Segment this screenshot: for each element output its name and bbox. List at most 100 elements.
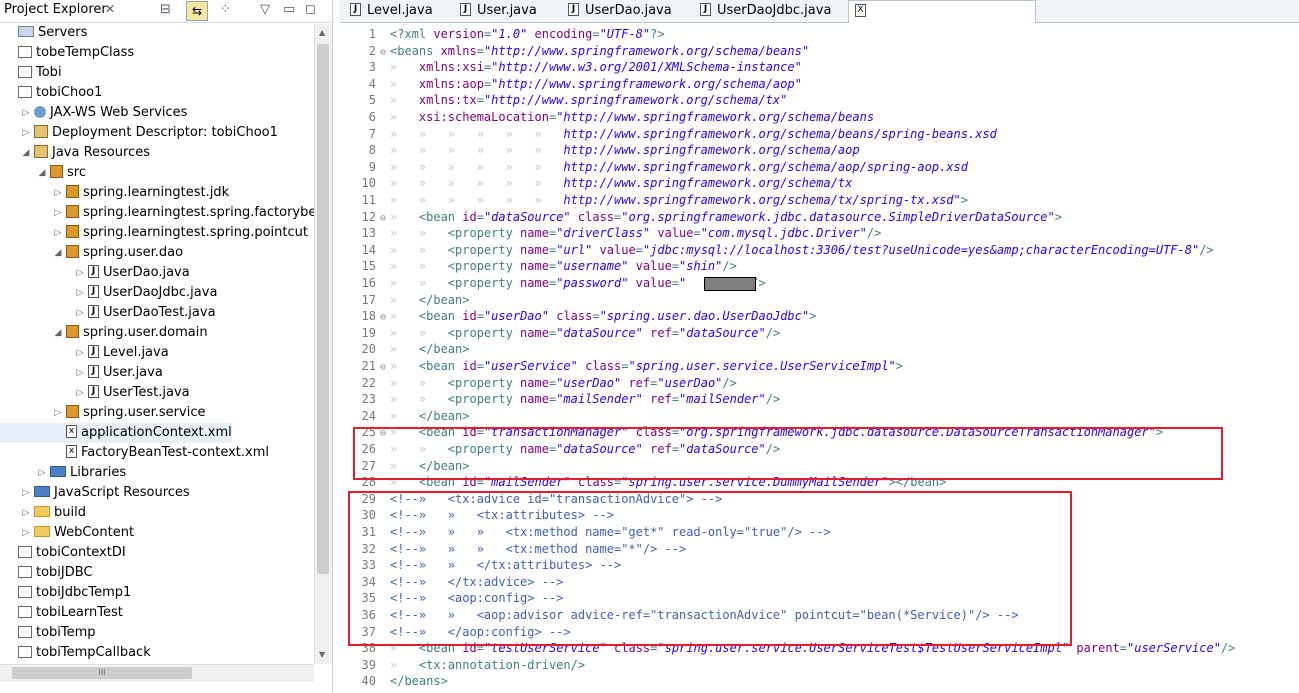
collapsed-arrow-icon[interactable]: ▷	[74, 363, 86, 383]
tree-item[interactable]: tobiTempCallback	[0, 643, 151, 663]
tree-item[interactable]: Servers	[0, 24, 87, 43]
tree-item-label: tobiJDBC	[36, 565, 93, 580]
tree-item[interactable]: tobiJDBC	[0, 563, 93, 583]
collapsed-arrow-icon[interactable]: ▷	[52, 183, 64, 203]
collapsed-arrow-icon[interactable]: ▷	[20, 483, 32, 503]
code-token: >	[809, 309, 817, 324]
code-token: =	[693, 226, 701, 241]
collapsed-arrow-icon[interactable]: ▷	[20, 103, 32, 123]
tree-item[interactable]: tobiTemp	[0, 623, 96, 643]
code-line: 16» » <property name="password" value=" …	[340, 275, 1299, 292]
code-token: »	[390, 342, 419, 357]
code-token: <property	[447, 375, 521, 390]
line-number: 23	[361, 392, 376, 407]
tree-item[interactable]: ◢ spring.user.dao	[0, 243, 183, 263]
tree-item[interactable]: ▷ spring.user.service	[0, 403, 205, 423]
server-icon	[18, 26, 34, 37]
collapsed-arrow-icon[interactable]: ▷	[20, 503, 32, 523]
tree-item[interactable]: x applicationContext.xml	[0, 423, 232, 443]
code-token: ref	[628, 375, 651, 390]
project-icon	[18, 645, 32, 658]
collapsed-arrow-icon[interactable]: ▷	[52, 403, 64, 423]
code-token: class	[577, 209, 615, 224]
tree-item[interactable]: tobiChoo1	[0, 83, 102, 103]
code-token: id	[462, 209, 477, 224]
editor-tab[interactable]: J UserDaoJdbc.java	[694, 0, 848, 21]
expanded-arrow-icon[interactable]: ◢	[36, 163, 48, 183]
code-token: "UTF-8"	[599, 27, 651, 41]
tree-item[interactable]: ▷ J Level.java	[0, 343, 169, 363]
scroll-down-icon[interactable]: ▼	[319, 650, 325, 659]
tree-item[interactable]: ▷ spring.learningtest.spring.factorybean	[0, 203, 314, 223]
expanded-arrow-icon[interactable]: ◢	[20, 143, 32, 163]
tree-item[interactable]: ▷ Libraries	[0, 463, 127, 483]
horizontal-scrollbar[interactable]: III	[0, 664, 314, 682]
editor-tab[interactable]: XapplicationContext.xml✕	[848, 0, 1036, 40]
tree-item[interactable]: tobiContextDI	[0, 543, 126, 563]
code-token: <bean	[418, 309, 463, 324]
redacted-password	[704, 277, 756, 291]
minimize-icon[interactable]: ▭	[283, 2, 295, 17]
tree-item[interactable]: ▷ J UserTest.java	[0, 383, 190, 403]
scroll-up-icon[interactable]: ▲	[319, 28, 325, 37]
collapsed-arrow-icon[interactable]: ▷	[20, 123, 32, 143]
link-with-editor-icon[interactable]: ⇆	[186, 1, 208, 21]
code-token: xsi:schemaLocation	[418, 110, 549, 124]
project-explorer-title[interactable]: Project Explorer	[4, 2, 107, 17]
tree-item[interactable]: tobiJdbcTemp1	[0, 583, 131, 603]
filter-icon[interactable]: ⁘	[220, 2, 231, 17]
code-token: value	[599, 242, 636, 257]
tree-item[interactable]: ▷ J UserDaoTest.java	[0, 303, 216, 323]
fold-icon[interactable]: ⊖	[380, 210, 390, 227]
editor-tab[interactable]: J Level.java	[344, 0, 454, 21]
collapsed-arrow-icon[interactable]: ▷	[20, 523, 32, 543]
tree-item[interactable]: ▷ J UserDaoJdbc.java	[0, 283, 217, 303]
tree-item[interactable]: ▷ J User.java	[0, 363, 163, 383]
code-editor[interactable]: 1 <?xml version="1.0" encoding="UTF-8"?> 2…	[340, 26, 1299, 693]
tree-item[interactable]: ◢ spring.user.domain	[0, 323, 208, 343]
tree-item[interactable]: x FactoryBeanTest-context.xml	[0, 443, 269, 463]
collapsed-arrow-icon[interactable]: ▷	[74, 283, 86, 303]
horizontal-scroll-thumb[interactable]: III	[12, 667, 192, 679]
close-icon[interactable]: ✕	[105, 2, 115, 16]
tree-item[interactable]: ▷ J UserDao.java	[0, 263, 190, 283]
collapsed-arrow-icon[interactable]: ▷	[36, 463, 48, 483]
code-line: 9 » » » » » » http://www.springframework.…	[340, 159, 1299, 176]
tree-item[interactable]: ▷ WebContent	[0, 523, 135, 543]
tree-item[interactable]: ▷ spring.learningtest.jdk	[0, 183, 229, 203]
vertical-scroll-thumb[interactable]	[317, 44, 329, 574]
collapsed-arrow-icon[interactable]: ▷	[74, 303, 86, 323]
collapse-all-icon[interactable]: ⊟	[160, 2, 171, 17]
view-menu-icon[interactable]: ▽	[260, 2, 270, 17]
maximize-icon[interactable]: ◻	[305, 2, 316, 17]
tree-item[interactable]: tobiLearnTest	[0, 603, 123, 623]
tree-item[interactable]: Tobi	[0, 63, 62, 83]
fold-icon[interactable]: ⊖	[380, 359, 390, 376]
code-line: 18 ⊖» <bean id="userDao" class="spring.us…	[340, 308, 1299, 325]
collapsed-arrow-icon[interactable]: ▷	[52, 223, 64, 243]
tree-item[interactable]: tobeTempClass	[0, 43, 134, 63]
tree-item[interactable]: ◢ src	[0, 163, 86, 183]
tree-item[interactable]: ▷ spring.learningtest.spring.pointcut	[0, 223, 308, 243]
vertical-scrollbar[interactable]: ▲ ▼	[314, 24, 332, 664]
tree-item[interactable]: ◢ Java Resources	[0, 143, 150, 163]
tree-item[interactable]: ▷ build	[0, 503, 86, 523]
collapsed-arrow-icon[interactable]: ▷	[74, 343, 86, 363]
tree-item[interactable]: ▷ JavaScript Resources	[0, 483, 190, 503]
editor-tab[interactable]: J UserDao.java	[562, 0, 696, 21]
collapsed-arrow-icon[interactable]: ▷	[74, 383, 86, 403]
fold-icon[interactable]: ⊖	[380, 309, 390, 326]
expanded-arrow-icon[interactable]: ◢	[52, 323, 64, 343]
code-token: name	[520, 392, 549, 407]
expanded-arrow-icon[interactable]: ◢	[52, 243, 64, 263]
collapsed-arrow-icon[interactable]: ▷	[52, 203, 64, 223]
editor-tab[interactable]: J User.java	[454, 0, 564, 21]
tree-item[interactable]: ▷ Deployment Descriptor: tobiChoo1	[0, 123, 278, 143]
line-number: 2	[368, 43, 376, 58]
code-token: » » » » » »	[390, 176, 564, 191]
tree-item[interactable]: ▷ JAX-WS Web Services	[0, 103, 188, 123]
tree-item-label: spring.learningtest.spring.factorybean	[83, 205, 314, 220]
code-token: »	[390, 209, 419, 224]
collapsed-arrow-icon[interactable]: ▷	[74, 263, 86, 283]
fold-icon[interactable]: ⊖	[380, 44, 390, 61]
